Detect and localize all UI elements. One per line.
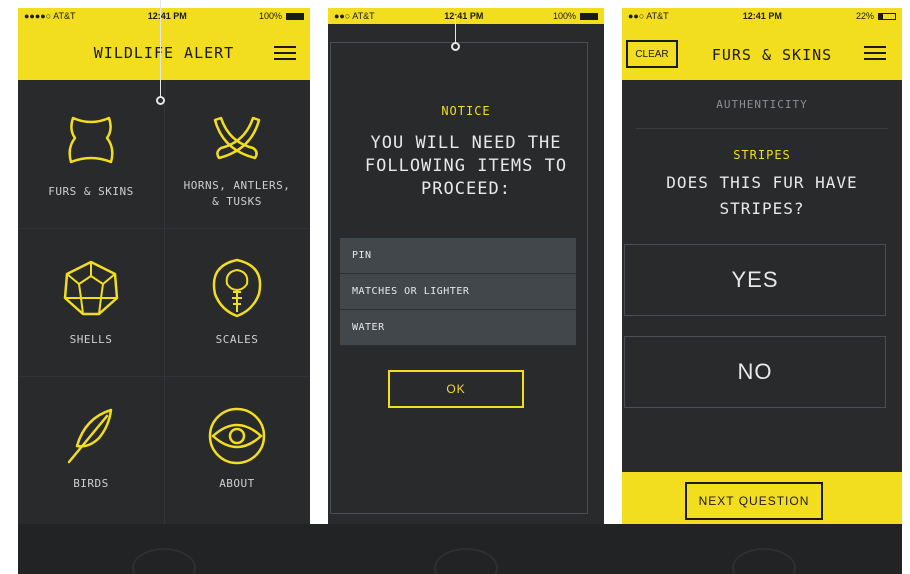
question-label: STRIPES [733, 148, 791, 162]
list-item: WATER [340, 310, 576, 346]
battery-icon [286, 12, 304, 20]
divider [636, 128, 888, 129]
feather-icon [67, 408, 113, 464]
clear-button[interactable]: CLEAR [626, 40, 678, 68]
status-bar: ●●○ AT&T 12:41 PM 22% [622, 8, 902, 24]
status-time: 12:41 PM [742, 11, 782, 21]
shell-icon [63, 260, 119, 316]
status-time: 12:41 PM [147, 11, 187, 21]
section-label: AUTHENTICITY [716, 98, 808, 111]
horns-icon [213, 116, 261, 160]
notice-message: YOU WILL NEED THE FOLLOWING ITEMS TO PRO… [364, 133, 568, 199]
status-bar: ●●●●○ AT&T 12:41 PM 100% [18, 8, 310, 24]
required-items-list: PIN MATCHES OR LIGHTER WATER [340, 238, 576, 346]
cobra-icon [212, 258, 262, 318]
phone-screen-question: ●●○ AT&T 12:41 PM 22% CLEAR FURS & SKINS… [622, 8, 902, 524]
yes-button[interactable]: YES [624, 244, 886, 316]
app-title: WILDLIFE ALERT [93, 44, 235, 62]
carrier-label: ●●○ AT&T [334, 11, 375, 21]
battery-icon [877, 12, 896, 20]
app-header: ●●●●○ AT&T 12:41 PM 100% WILDLIFE ALERT [18, 8, 310, 80]
no-button[interactable]: NO [624, 336, 886, 408]
category-label: FURS & SKINS [48, 185, 134, 198]
category-label: ABOUT [219, 477, 255, 490]
status-bar: ●●○ AT&T 12:41 PM 100% [328, 8, 604, 24]
phone-screen-notice: ●●○ AT&T 12:41 PM 100% NOTICE YOU WILL N… [328, 8, 604, 524]
battery-label: 22% [855, 11, 874, 21]
category-label: SHELLS [69, 333, 113, 346]
category-label: BIRDS [73, 477, 109, 490]
screen-title: FURS & SKINS [711, 46, 833, 64]
list-item: MATCHES OR LIGHTER [340, 274, 576, 310]
category-horns-antlers-tusks[interactable]: HORNS, ANTLERS, & TUSKS [164, 80, 310, 228]
status-bar-bg: ●●○ AT&T 12:41 PM 100% [328, 8, 604, 24]
question-text: DOES THIS FUR HAVE STRIPES? [666, 173, 858, 218]
category-label: HORNS, ANTLERS, & TUSKS [183, 179, 291, 208]
category-scales[interactable]: SCALES [164, 228, 310, 376]
callout-line [160, 0, 161, 98]
callout-dot [451, 42, 460, 51]
category-grid: FURS & SKINS HORNS, ANTLERS, & TUSKS SHE… [18, 80, 310, 524]
category-furs-skins[interactable]: FURS & SKINS [18, 80, 164, 228]
battery-icon [580, 12, 598, 20]
battery-label: 100% [258, 11, 282, 21]
list-item: PIN [340, 238, 576, 274]
category-label: SCALES [215, 333, 259, 346]
carrier-label: ●●○ AT&T [628, 11, 669, 21]
battery-label: 100% [552, 11, 576, 21]
status-time: 12:41 PM [444, 11, 484, 21]
category-about[interactable]: ABOUT [164, 376, 310, 524]
menu-icon[interactable] [864, 46, 886, 60]
footer-bar: NEXT QUESTION [622, 472, 902, 524]
eye-icon [208, 407, 266, 465]
callout-dot [156, 96, 165, 105]
category-shells[interactable]: SHELLS [18, 228, 164, 376]
callout-line [455, 16, 456, 44]
menu-icon[interactable] [274, 46, 296, 60]
category-birds[interactable]: BIRDS [18, 376, 164, 524]
notice-label: NOTICE [441, 104, 491, 118]
carrier-label: ●●●●○ AT&T [24, 11, 76, 21]
hide-icon [68, 116, 114, 164]
ok-button[interactable]: OK [388, 370, 524, 408]
next-question-button[interactable]: NEXT QUESTION [685, 482, 823, 520]
phone-screen-categories: ●●●●○ AT&T 12:41 PM 100% WILDLIFE ALERT … [18, 8, 310, 524]
app-header: ●●○ AT&T 12:41 PM 22% CLEAR FURS & SKINS [622, 8, 902, 80]
